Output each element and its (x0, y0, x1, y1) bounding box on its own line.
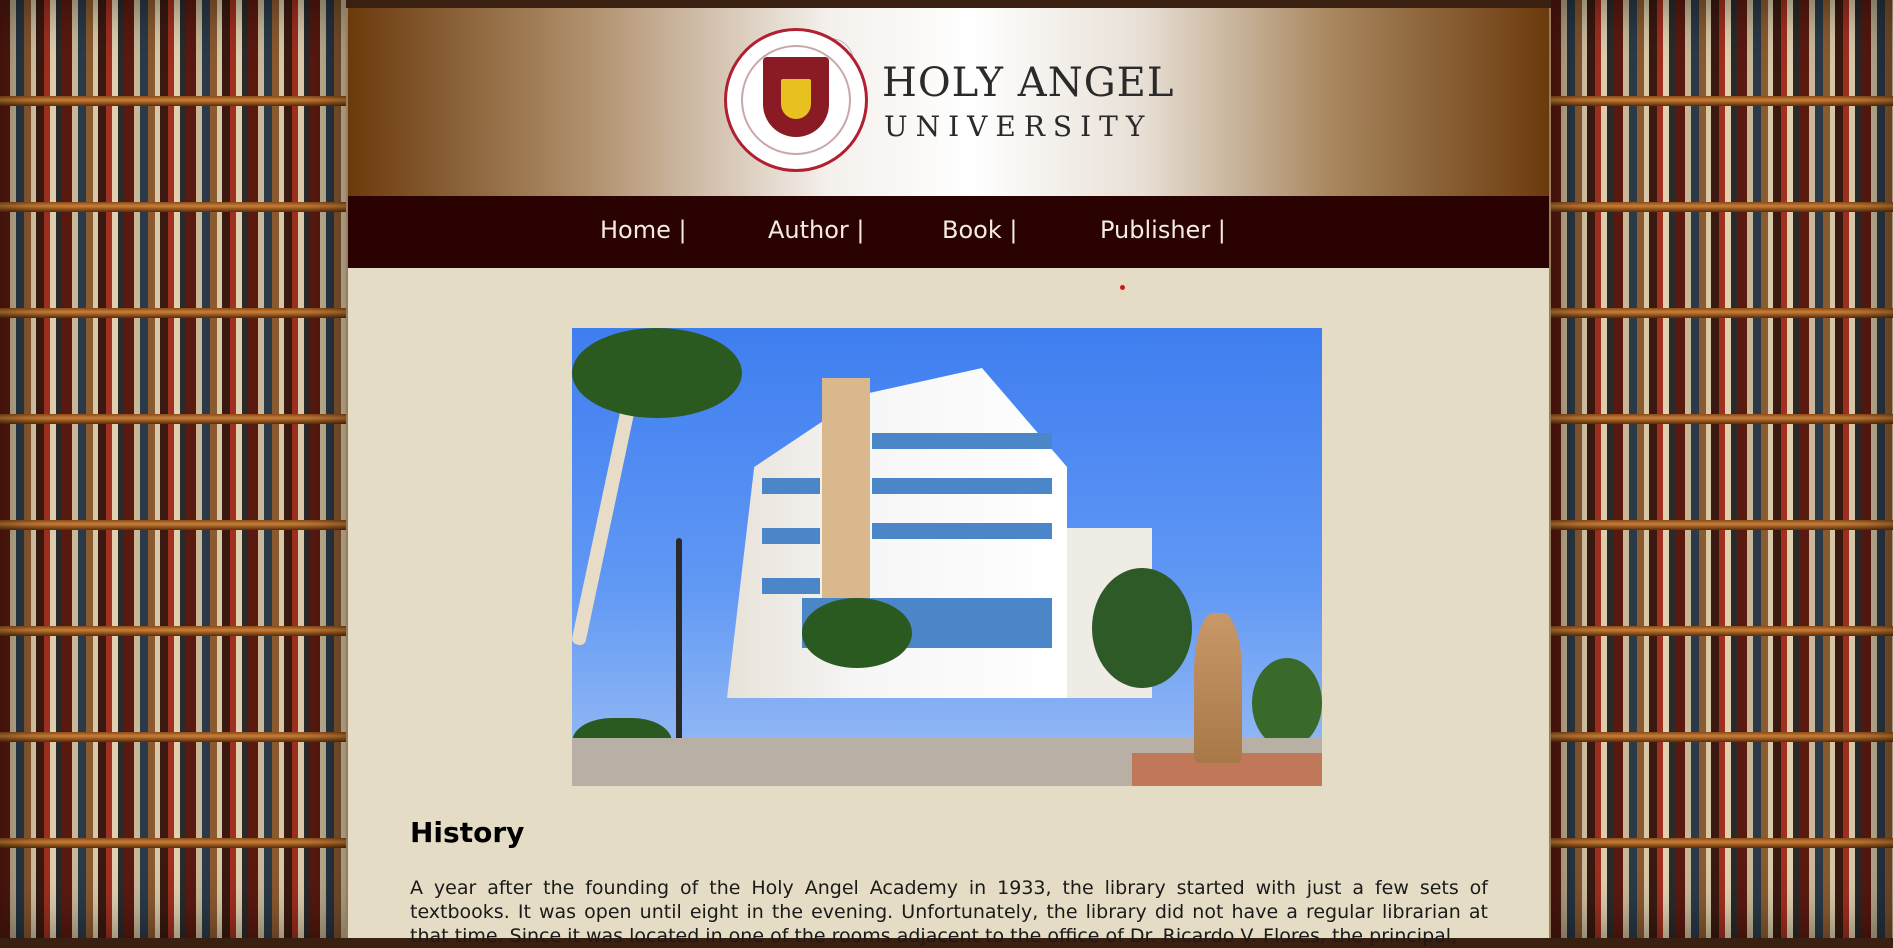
seal-shield-core (781, 79, 811, 119)
nav-link-home[interactable]: Home | (600, 216, 687, 244)
palm-tree-leaves (572, 328, 742, 418)
building-window-row (872, 523, 1052, 539)
history-heading: History (410, 816, 525, 849)
building-tan-column (822, 378, 870, 633)
angel-statue (1194, 613, 1242, 763)
page-container: HOLY ANGEL UNIVERSITY Home | Author | Bo… (346, 8, 1551, 947)
history-paragraph: A year after the founding of the Holy An… (410, 877, 1488, 947)
tree-far-right (1252, 658, 1322, 748)
brand-title: HOLY ANGEL (882, 60, 1175, 106)
nav-link-author[interactable]: Author | (768, 216, 865, 244)
building-window-row (762, 478, 820, 494)
tree-right (1092, 568, 1192, 688)
red-dot-marker (1120, 285, 1125, 290)
nav-link-publisher[interactable]: Publisher | (1100, 216, 1226, 244)
university-seal-logo (724, 28, 868, 172)
university-building-photo (572, 328, 1322, 786)
building-window-row (872, 433, 1052, 449)
building-window-row (762, 578, 820, 594)
header-banner: HOLY ANGEL UNIVERSITY (348, 8, 1549, 196)
main-navigation: Home | Author | Book | Publisher | (348, 196, 1549, 268)
palm-tree-leaves (802, 598, 912, 668)
bookshelf-background-left (0, 0, 346, 938)
nav-link-book[interactable]: Book | (942, 216, 1017, 244)
building-window-row (872, 478, 1052, 494)
building-window-row (762, 528, 820, 544)
seal-shield (763, 57, 829, 137)
bookshelf-background-right (1551, 0, 1893, 938)
brand-subtitle: UNIVERSITY (884, 110, 1153, 143)
